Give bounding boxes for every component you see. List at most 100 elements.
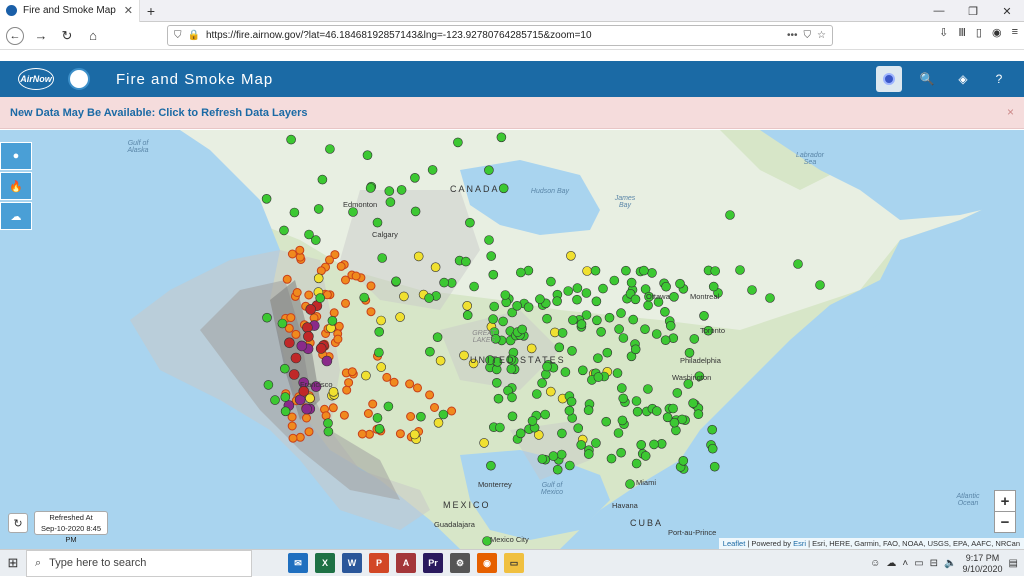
- aqi-monitor-marker[interactable]: [491, 378, 502, 388]
- aqi-monitor-marker[interactable]: [568, 315, 578, 325]
- aqi-monitor-marker[interactable]: [556, 449, 567, 460]
- aqi-monitor-marker[interactable]: [649, 439, 659, 450]
- aqi-monitor-marker[interactable]: [557, 428, 567, 439]
- close-tab-icon[interactable]: ✕: [124, 4, 133, 17]
- aqi-monitor-marker[interactable]: [325, 144, 335, 154]
- aqi-monitor-marker[interactable]: [628, 314, 639, 325]
- pocket-icon[interactable]: ⛉: [804, 30, 812, 41]
- aqi-monitor-marker[interactable]: [618, 333, 629, 343]
- aqi-monitor-marker[interactable]: [604, 312, 615, 323]
- fire-icon[interactable]: [366, 281, 376, 291]
- aqi-monitor-marker[interactable]: [315, 343, 327, 354]
- aqi-monitor-marker[interactable]: [591, 438, 601, 448]
- fire-icon[interactable]: [368, 399, 378, 409]
- fire-icon[interactable]: [430, 403, 439, 412]
- premiere-icon[interactable]: Pr: [423, 553, 443, 573]
- aqi-monitor-marker[interactable]: [616, 308, 626, 318]
- close-icon[interactable]: ×: [1007, 105, 1014, 119]
- aqi-monitor-marker[interactable]: [486, 251, 497, 261]
- aqi-monitor-marker[interactable]: [564, 460, 575, 471]
- aqi-monitor-marker[interactable]: [433, 417, 444, 428]
- fire-icon[interactable]: [304, 427, 314, 437]
- aqi-monitor-marker[interactable]: [384, 186, 395, 196]
- aqi-monitor-marker[interactable]: [593, 353, 603, 363]
- aqi-monitor-marker[interactable]: [424, 293, 434, 303]
- aqi-monitor-marker[interactable]: [643, 384, 653, 394]
- aqi-monitor-marker[interactable]: [621, 265, 631, 276]
- fire-icon[interactable]: [363, 409, 373, 418]
- fire-icon[interactable]: [447, 406, 457, 416]
- aqi-monitor-marker[interactable]: [432, 332, 443, 342]
- bookmark-star-icon[interactable]: ☆: [817, 30, 826, 41]
- settings-icon[interactable]: ⚙: [450, 553, 470, 573]
- aqi-monitor-marker[interactable]: [606, 453, 617, 464]
- aqi-monitor-marker[interactable]: [361, 370, 371, 381]
- map[interactable]: CANADA UNITED STATES MEXICO CUBA Gulf of…: [0, 130, 1024, 549]
- aqi-monitor-marker[interactable]: [693, 409, 704, 420]
- aqi-monitor-marker[interactable]: [640, 451, 651, 461]
- aqi-monitor-marker[interactable]: [416, 411, 426, 422]
- aqi-monitor-marker[interactable]: [376, 362, 387, 372]
- aqi-monitor-marker[interactable]: [554, 342, 565, 353]
- fire-icon[interactable]: [339, 410, 349, 420]
- aqi-monitor-marker[interactable]: [545, 386, 556, 397]
- aqi-monitor-marker[interactable]: [526, 343, 537, 354]
- aqi-monitor-marker[interactable]: [617, 415, 628, 426]
- aqi-monitor-marker[interactable]: [365, 183, 376, 193]
- aqi-monitor-marker[interactable]: [660, 307, 670, 317]
- aqi-monitor-marker[interactable]: [280, 392, 291, 402]
- fire-icon[interactable]: [295, 432, 305, 442]
- leaflet-link[interactable]: Leaflet: [723, 539, 746, 548]
- aqi-monitor-marker[interactable]: [270, 395, 280, 405]
- aqi-monitor-marker[interactable]: [279, 225, 289, 236]
- file-explorer-icon[interactable]: ▭: [504, 553, 524, 573]
- aqi-monitor-marker[interactable]: [425, 346, 435, 357]
- refresh-banner[interactable]: New Data May Be Available: Click to Refr…: [0, 97, 1024, 129]
- notifications-icon[interactable]: ▤: [1009, 558, 1018, 569]
- aqi-monitor-marker[interactable]: [552, 296, 562, 306]
- fires-toggle-button[interactable]: 🔥: [0, 172, 32, 200]
- aqi-monitor-marker[interactable]: [462, 310, 473, 320]
- aqi-monitor-marker[interactable]: [747, 285, 757, 295]
- fire-icon[interactable]: [325, 255, 334, 265]
- aqi-monitor-marker[interactable]: [279, 363, 290, 374]
- aqi-monitor-marker[interactable]: [625, 479, 635, 489]
- battery-icon[interactable]: ▭: [914, 558, 923, 569]
- aqi-monitor-marker[interactable]: [327, 316, 338, 326]
- aqi-monitor-marker[interactable]: [577, 365, 588, 376]
- aqi-monitor-marker[interactable]: [489, 301, 500, 312]
- refresh-button[interactable]: ↻: [8, 513, 28, 533]
- aqi-monitor-marker[interactable]: [678, 455, 689, 466]
- aqi-monitor-marker[interactable]: [535, 294, 545, 304]
- aqi-monitor-marker[interactable]: [385, 197, 396, 207]
- fire-icon[interactable]: [304, 290, 314, 300]
- aqi-monitor-marker[interactable]: [689, 334, 700, 344]
- volume-icon[interactable]: 🔈: [944, 558, 956, 569]
- aqi-monitor-marker[interactable]: [301, 403, 313, 415]
- fire-icon[interactable]: [366, 307, 376, 317]
- aqi-monitor-marker[interactable]: [707, 443, 718, 454]
- aqi-monitor-marker[interactable]: [484, 235, 494, 245]
- aqi-monitor-marker[interactable]: [383, 401, 394, 412]
- fire-icon[interactable]: [357, 429, 367, 439]
- fire-icon[interactable]: [382, 372, 392, 382]
- aqi-monitor-marker[interactable]: [567, 346, 577, 356]
- airnow-logo[interactable]: AirNow: [18, 68, 54, 90]
- close-window-icon[interactable]: ✕: [990, 0, 1024, 22]
- aqi-monitor-marker[interactable]: [631, 396, 642, 406]
- aqi-monitor-marker[interactable]: [647, 268, 657, 278]
- taskbar-search[interactable]: ⌕ Type here to search: [26, 549, 252, 577]
- aqi-monitor-marker[interactable]: [391, 276, 401, 287]
- aqi-monitor-marker[interactable]: [735, 265, 745, 275]
- aqi-monitor-marker[interactable]: [435, 355, 446, 366]
- aqi-monitor-marker[interactable]: [506, 364, 517, 374]
- aqi-monitor-marker[interactable]: [372, 413, 383, 423]
- aqi-monitor-marker[interactable]: [280, 406, 291, 417]
- aqi-monitor-marker[interactable]: [576, 440, 587, 450]
- aqi-monitor-marker[interactable]: [263, 380, 274, 390]
- aqi-monitor-marker[interactable]: [495, 422, 505, 433]
- aqi-monitor-marker[interactable]: [486, 460, 496, 471]
- aqi-monitor-marker[interactable]: [591, 296, 602, 307]
- aqi-monitor-marker[interactable]: [665, 321, 676, 331]
- aqi-monitor-marker[interactable]: [315, 293, 326, 303]
